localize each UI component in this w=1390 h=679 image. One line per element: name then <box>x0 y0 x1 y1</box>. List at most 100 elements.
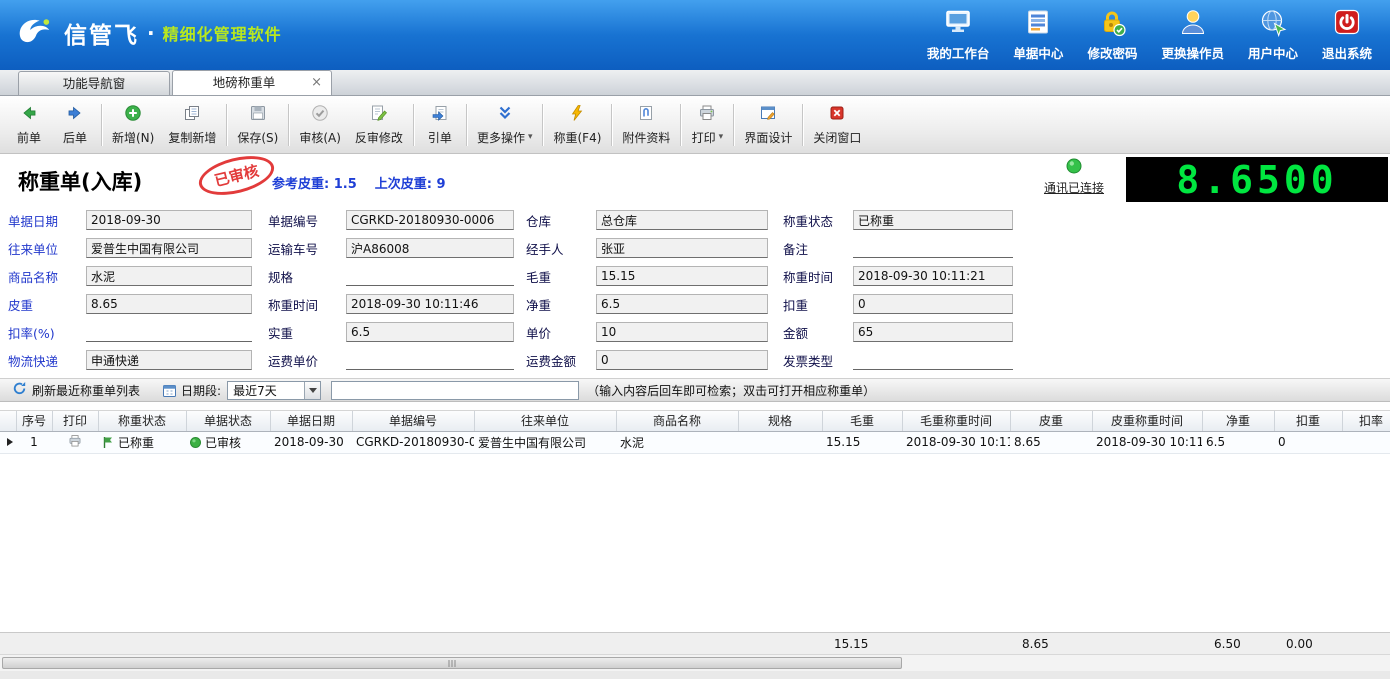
col-header-doc-no[interactable]: 单据编号 <box>352 411 475 432</box>
col-header-product[interactable]: 商品名称 <box>616 411 739 432</box>
close-tab-icon[interactable]: × <box>311 71 322 94</box>
green-flag-icon <box>103 436 112 448</box>
handler-field[interactable] <box>596 238 768 258</box>
app-logo-icon <box>14 14 56 51</box>
col-header-rate[interactable]: 扣率 <box>1342 411 1390 432</box>
col-header-print[interactable]: 打印 <box>52 411 99 432</box>
pull-doc-button[interactable]: 引单 <box>417 100 463 150</box>
chevron-down-icon[interactable]: ▾ <box>719 132 724 142</box>
close-window-button[interactable]: 关闭窗口 <box>806 100 868 150</box>
nav-change-password[interactable]: 修改密码 <box>1075 7 1149 62</box>
cell-weigh-status: 已称重 <box>98 431 186 454</box>
cell-doc-no: CGRKD-20180930-0006 <box>352 431 474 454</box>
comm-status-link[interactable]: 通讯已连接 <box>1026 179 1122 196</box>
chevron-down-icon[interactable]: ▾ <box>528 132 533 142</box>
col-header-seq[interactable]: 序号 <box>16 411 53 432</box>
truck-no-field[interactable] <box>346 238 514 258</box>
doc-no-label: 单据编号 <box>268 213 319 229</box>
prev-doc-button[interactable]: 前单 <box>6 100 52 150</box>
freight-price-field[interactable] <box>346 350 514 370</box>
col-header-gross-time[interactable]: 毛重称重时间 <box>902 411 1011 432</box>
warehouse-field[interactable] <box>596 210 768 230</box>
col-header-deduct[interactable]: 扣重 <box>1274 411 1343 432</box>
new-button[interactable]: 新增(N) <box>105 100 161 150</box>
tab-weighbridge[interactable]: 地磅称重单 × <box>172 70 332 95</box>
more-actions-button[interactable]: 更多操作 ▾ <box>470 100 540 150</box>
deduct-weight-field[interactable] <box>853 294 1013 314</box>
freight-amount-field[interactable] <box>596 350 768 370</box>
weigh-status-field[interactable] <box>853 210 1013 230</box>
weigh-button[interactable]: 称重(F4) <box>546 100 608 150</box>
nav-exit-system[interactable]: 退出系统 <box>1310 7 1384 62</box>
amount-label: 金额 <box>783 325 809 341</box>
gross-field[interactable] <box>596 266 768 286</box>
cell-net: 6.5 <box>1202 431 1274 454</box>
nav-my-workstation[interactable]: 我的工作台 <box>915 7 1002 62</box>
product-field[interactable] <box>86 266 252 286</box>
nav-label: 退出系统 <box>1321 46 1372 61</box>
deduct-rate-field[interactable] <box>86 322 252 342</box>
logistics-field[interactable] <box>86 350 252 370</box>
remark-label: 备注 <box>783 241 809 257</box>
select-dropdown-button[interactable] <box>304 381 321 399</box>
close-window-icon <box>828 104 846 125</box>
net-field[interactable] <box>596 294 768 314</box>
col-header-doc-status[interactable]: 单据状态 <box>186 411 271 432</box>
ui-design-button[interactable]: 界面设计 <box>737 100 799 150</box>
audit-button[interactable]: 审核(A) <box>292 100 348 150</box>
tare-field[interactable] <box>86 294 252 314</box>
amount-field[interactable] <box>853 322 1013 342</box>
partner-field[interactable] <box>86 238 252 258</box>
nav-document-center[interactable]: 单据中心 <box>1001 7 1075 62</box>
print-button[interactable]: 打印 ▾ <box>684 100 730 150</box>
total-gross: 15.15 <box>834 636 869 651</box>
gross-time-field[interactable] <box>346 294 514 314</box>
table-row[interactable]: 1 已称重 已审核 2018-09-30 CGRKD-20180930-0006… <box>0 431 1390 454</box>
next-doc-button[interactable]: 后单 <box>52 100 98 150</box>
col-header-tare[interactable]: 皮重 <box>1010 411 1093 432</box>
col-header-weigh-status[interactable]: 称重状态 <box>98 411 187 432</box>
col-header-date[interactable]: 单据日期 <box>270 411 353 432</box>
spec-label: 规格 <box>268 269 294 285</box>
actual-weight-field[interactable] <box>346 322 514 342</box>
col-header-tare-time[interactable]: 皮重称重时间 <box>1092 411 1203 432</box>
switch-operator-icon <box>1178 7 1208 40</box>
nav-label: 用户中心 <box>1247 46 1298 61</box>
print-row-icon[interactable] <box>68 434 82 448</box>
save-button[interactable]: 保存(S) <box>230 100 285 150</box>
nav-user-center[interactable]: 用户中心 <box>1236 7 1310 62</box>
recent-weighing-grid: 序号 打印 称重状态 单据状态 单据日期 单据编号 往来单位 商品名称 规格 毛… <box>0 410 1390 632</box>
comm-status: 通讯已连接 <box>1026 158 1122 196</box>
form-column-4: 称重状态 备注 称重时间 扣重 金额 发票类型 <box>783 210 1013 378</box>
attachment-button[interactable]: 附件资料 <box>615 100 677 150</box>
scrollbar-thumb[interactable] <box>2 657 902 669</box>
toolbar-separator <box>802 103 804 146</box>
green-ball-icon <box>190 436 201 448</box>
app-window: 信管飞 · 精细化管理软件 我的工作台 单据中心 修改密码 更换操作员 用户中心… <box>0 0 1390 679</box>
add-icon <box>124 104 142 125</box>
partner-label: 往来单位 <box>8 241 59 257</box>
spec-field[interactable] <box>346 266 514 286</box>
remark-field[interactable] <box>853 238 1013 258</box>
tare-time-field[interactable] <box>853 266 1013 286</box>
col-header-partner[interactable]: 往来单位 <box>474 411 617 432</box>
copy-new-button[interactable]: 复制新增 <box>161 100 223 150</box>
unit-price-field[interactable] <box>596 322 768 342</box>
col-header-gross[interactable]: 毛重 <box>822 411 903 432</box>
deduct-weight-label: 扣重 <box>783 297 809 313</box>
doc-no-field[interactable] <box>346 210 514 230</box>
save-icon <box>249 104 267 125</box>
nav-label: 单据中心 <box>1013 46 1064 61</box>
search-input[interactable] <box>331 380 580 400</box>
date-range-select[interactable]: 最近7天 <box>227 380 322 400</box>
col-header-net[interactable]: 净重 <box>1202 411 1275 432</box>
horizontal-scrollbar[interactable] <box>0 654 1390 671</box>
refresh-list-button[interactable]: 刷新最近称重单列表 <box>6 380 146 400</box>
col-header-spec[interactable]: 规格 <box>738 411 823 432</box>
doc-date-field[interactable] <box>86 210 252 230</box>
invoice-type-field[interactable] <box>853 350 1013 370</box>
unaudit-button[interactable]: 反审修改 <box>348 100 410 150</box>
nav-switch-operator[interactable]: 更换操作员 <box>1149 7 1236 62</box>
tab-function-nav[interactable]: 功能导航窗 <box>18 71 170 95</box>
toolbar-separator <box>465 103 467 146</box>
